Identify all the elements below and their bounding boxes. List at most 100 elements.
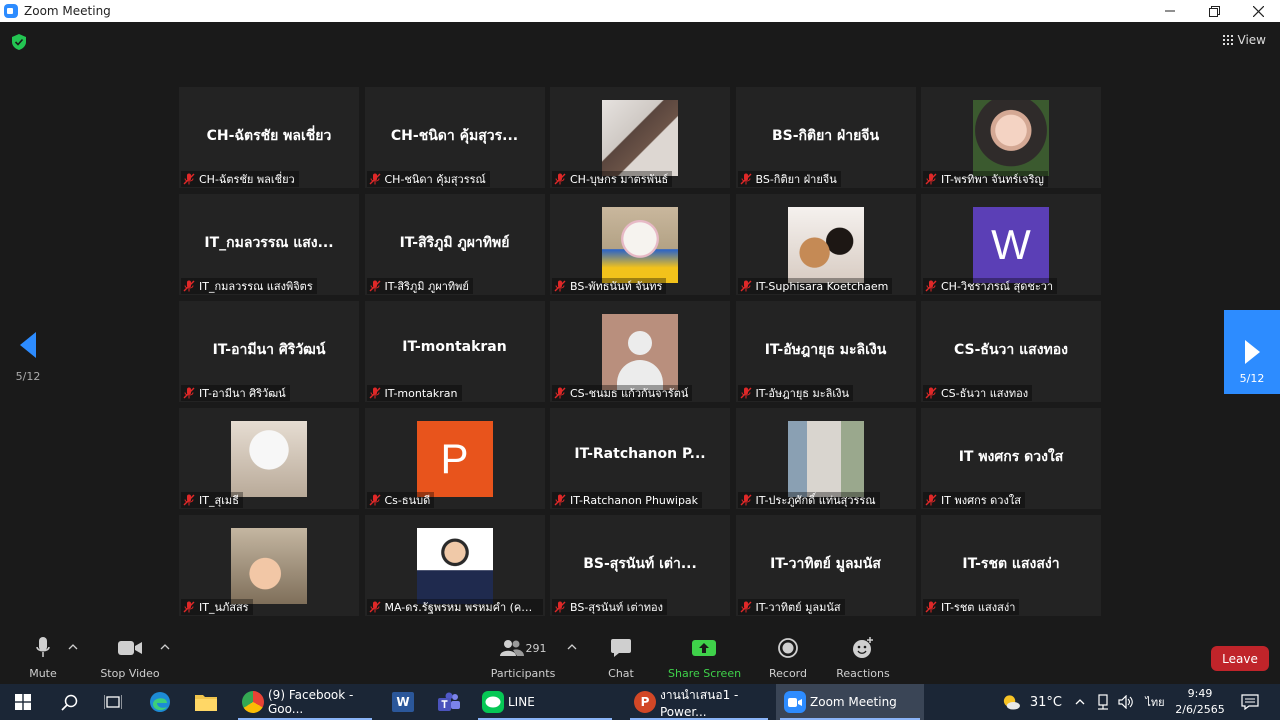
microphone-icon [36, 637, 50, 657]
share-screen-button[interactable]: Share Screen [668, 636, 742, 680]
participant-name-label: CH-ฉัตรชัย พลเชี่ยว [181, 171, 299, 187]
participant-tile[interactable]: MA-ดร.รัฐพรหม พรหมคำ (คณ... [364, 515, 545, 616]
mute-button[interactable]: Mute [26, 636, 60, 680]
participant-name-text: BS-สุรนันท์ เต่าทอง [570, 601, 664, 614]
participant-tile[interactable]: IT-วาทิตย์ มูลมนัส IT-วาทิตย์ มูลมนัส [735, 515, 916, 616]
participant-name-label: BS-สุรนันท์ เต่าทอง [552, 599, 668, 615]
restore-button[interactable] [1192, 0, 1236, 22]
participant-name-text: IT-วาทิตย์ มูลมนัส [755, 601, 841, 614]
edge-button[interactable] [146, 684, 174, 720]
participant-tile[interactable]: IT-ประภูศักดิ์ แท่นสุวรรณ [735, 408, 916, 509]
audio-options-caret-icon[interactable] [68, 642, 78, 652]
video-options-caret-icon[interactable] [160, 642, 170, 652]
minimize-button[interactable] [1148, 0, 1192, 22]
powerpoint-icon: P [634, 691, 656, 713]
participant-tile[interactable]: CH-ฉัตรชัย พลเชี่ยว CH-ฉัตรชัย พลเชี่ยว [179, 87, 359, 188]
start-button[interactable] [10, 684, 36, 720]
participant-tile[interactable]: IT_กมลวรรณ แสง... IT_กมลวรรณ แสงพิจิตร [179, 194, 359, 295]
participant-tile[interactable]: CS-ธันวา แสงทอง CS-ธันวา แสงทอง [921, 301, 1101, 402]
participant-tile[interactable]: BS-สุรนันท์ เต่า... BS-สุรนันท์ เต่าทอง [550, 515, 730, 616]
participant-tile[interactable]: W CH-วิชราภรณ์ สุดชะวา [921, 194, 1101, 295]
taskbar-app-line[interactable]: LINE [474, 684, 616, 720]
participant-display-name: IT-สิริภูมิ ภูผาทิพย์ [399, 235, 510, 251]
taskbar-clock[interactable]: 9:49 2/6/2565 [1172, 686, 1228, 718]
page-indicator-right: 5/12 [1239, 372, 1265, 385]
participant-tile[interactable]: IT พงศกร ดวงใส IT พงศกร ดวงใส [921, 408, 1101, 509]
participant-name-text: IT พงศกร ดวงใส [941, 494, 1021, 507]
participant-tile[interactable]: IT-อามีนา ศิริวัฒน์ IT-อามีนา ศิริวัฒน์ [179, 301, 359, 402]
task-view-button[interactable] [100, 684, 126, 720]
weather-widget[interactable]: 31°C [1002, 684, 1062, 720]
close-button[interactable] [1236, 0, 1280, 22]
participant-name-label: CH-วิชราภรณ์ สุดชะวา [923, 278, 1058, 294]
reactions-button[interactable]: Reactions [834, 636, 892, 680]
participant-name-label: IT พงศกร ดวงใส [923, 492, 1025, 508]
search-button[interactable] [56, 684, 82, 720]
microphone-muted-icon [925, 280, 937, 292]
encryption-shield-icon[interactable] [12, 34, 26, 50]
participant-photo [787, 421, 864, 497]
participant-name-label: CS-ชนมธ แก้วกันจารัตน์ [552, 385, 693, 401]
participant-name-text: CH-ฉัตรชัย พลเชี่ยว [199, 173, 295, 186]
previous-page-button[interactable]: 5/12 [10, 332, 46, 383]
participant-tile[interactable]: CH-ชนิดา คุ้มสุวร... CH-ชนิดา คุ้มสุวรรณ์ [364, 87, 545, 188]
record-label: Record [768, 667, 807, 680]
participant-name-text: IT_นภัสสร [199, 601, 249, 614]
participant-tile[interactable]: IT-สิริภูมิ ภูผาทิพย์ IT-สิริภูมิ ภูผาทิพ… [364, 194, 545, 295]
window-title: Zoom Meeting [24, 4, 111, 18]
participant-tile[interactable]: BS-พัทธนันท์ จันทร [550, 194, 730, 295]
leave-button[interactable]: Leave [1211, 646, 1269, 671]
network-button[interactable] [1094, 684, 1112, 720]
word-button[interactable]: W [390, 684, 416, 720]
taskbar-app-powerpoint[interactable]: P งานนำเสนอ1 - Power... [626, 684, 772, 720]
participant-display-name: IT-วาทิตย์ มูลมนัส [770, 556, 881, 572]
notification-center-button[interactable] [1238, 684, 1262, 720]
participant-tile[interactable]: BS-กิติยา ฝ่ายจีน BS-กิติยา ฝ่ายจีน [735, 87, 916, 188]
record-button[interactable]: Record [766, 636, 810, 680]
windows-taskbar: (9) Facebook - Goo... W LINE P งานนำเสนอ… [0, 684, 1280, 720]
participant-name-label: IT-วาทิตย์ มูลมนัส [737, 599, 845, 615]
view-button[interactable]: View [1222, 33, 1266, 47]
zoom-icon [784, 691, 806, 713]
participants-button[interactable]: 291 Participants [490, 636, 556, 680]
microphone-muted-icon [740, 601, 751, 613]
participants-options-caret-icon[interactable] [567, 642, 577, 652]
participant-tile[interactable]: IT_สุเมธี [179, 408, 359, 509]
participant-display-name: IT_กมลวรรณ แสง... [204, 235, 334, 251]
next-page-button[interactable]: 5/12 [1224, 310, 1280, 394]
participant-name-text: CS-ชนมธ แก้วกันจารัตน์ [570, 387, 689, 400]
participant-name-text: IT-montakran [384, 386, 458, 400]
tray-overflow-button[interactable] [1072, 684, 1088, 720]
participant-tile[interactable]: CS-ชนมธ แก้วกันจารัตน์ [550, 301, 730, 402]
share-screen-label: Share Screen [668, 667, 742, 680]
taskbar-app-zoom[interactable]: Zoom Meeting [776, 684, 924, 720]
microphone-muted-icon [369, 494, 380, 506]
participant-name-label: IT-พรทิพา จันทร์เจริญ [923, 171, 1048, 187]
input-language-indicator[interactable]: ไทย [1144, 684, 1166, 720]
participant-name-label: Cs-ธนบดี [366, 492, 435, 508]
participant-display-name: CH-ฉัตรชัย พลเชี่ยว [206, 128, 332, 144]
participant-tile[interactable]: IT-รชต แสงสง่า IT-รชต แสงสง่า [921, 515, 1101, 616]
participant-tile[interactable]: IT-พรทิพา จันทร์เจริญ [921, 87, 1101, 188]
participant-tile[interactable]: P Cs-ธนบดี [364, 408, 545, 509]
participant-name-label: IT_นภัสสร [181, 599, 253, 615]
chat-button[interactable]: Chat [600, 636, 642, 680]
microphone-muted-icon [925, 387, 937, 399]
stop-video-button[interactable]: Stop Video [98, 636, 162, 680]
participant-tile[interactable]: IT_นภัสสร [179, 515, 359, 616]
line-icon [482, 691, 504, 713]
file-explorer-button[interactable] [192, 684, 220, 720]
taskbar-app-chrome[interactable]: (9) Facebook - Goo... [234, 684, 376, 720]
participant-tile[interactable]: IT-Ratchanon P... IT-Ratchanon Phuwipak [550, 408, 730, 509]
taskbar-app-label: Zoom Meeting [810, 695, 897, 709]
participant-tile[interactable]: CH-บุษกร มาตรพันธ์ [550, 87, 730, 188]
participant-tile[interactable]: IT-อัษฎายุธ มะลิเงิน IT-อัษฎายุธ มะลิเงิน [735, 301, 916, 402]
participant-tile[interactable]: IT-Suphisara Koetchaem [735, 194, 916, 295]
participant-display-name: IT-รชต แสงสง่า [962, 556, 1060, 572]
volume-button[interactable] [1116, 684, 1136, 720]
participant-name-text: CH-บุษกร มาตรพันธ์ [570, 173, 669, 186]
teams-button[interactable] [436, 684, 462, 720]
participant-photo [973, 100, 1049, 176]
participant-tile[interactable]: IT-montakran IT-montakran [364, 301, 545, 402]
microphone-muted-icon [183, 173, 195, 185]
